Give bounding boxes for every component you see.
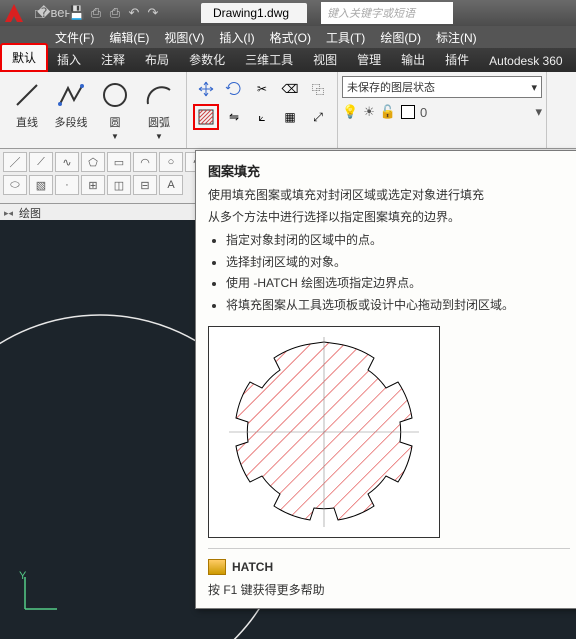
tooltip-command: HATCH [208,559,570,575]
modify-panel: ✂ ⌫ ⿻ ⇋ ⟀ ▦ ⤢ [187,72,338,148]
move-icon[interactable] [193,76,219,102]
tab-default[interactable]: 默认 [0,43,48,72]
ucs-icon: Y [15,569,65,619]
mirror-icon[interactable]: ⇋ [221,104,247,130]
fillet-icon[interactable]: ⟀ [249,104,275,130]
rotate-icon[interactable] [221,76,247,102]
tab-annotate[interactable]: 注释 [91,47,135,72]
tooltip-title: 图案填充 [208,161,570,180]
tb-line-icon[interactable]: ／ [3,152,27,172]
menu-file[interactable]: 文件(F) [55,29,94,46]
tb-ellipse-icon[interactable]: ⬭ [3,175,27,195]
menu-bar: 文件(F) 编辑(E) 视图(V) 插入(I) 格式(O) 工具(T) 绘图(D… [0,26,576,48]
command-tooltip: 图案填充 使用填充图案或填充对封闭区域或选定对象进行填充 从多个方法中进行选择以… [195,150,576,609]
line-button[interactable]: 直线 [6,76,48,143]
ribbon-tab-strip: 默认 插入 注释 布局 参数化 三维工具 视图 管理 输出 插件 Autodes… [0,48,576,72]
tab-view[interactable]: 视图 [303,47,347,72]
layer-state-combo[interactable]: 未保存的图层状态▾ [342,76,542,98]
menu-insert[interactable]: 插入(I) [219,29,254,46]
saveas-icon[interactable]: ⎙ [88,5,104,21]
hatch-button[interactable] [193,104,219,130]
tab-output[interactable]: 输出 [391,47,435,72]
tb-table-icon[interactable]: ⊟ [133,175,157,195]
scale-icon[interactable]: ⤢ [305,104,331,130]
copy-icon[interactable]: ⿻ [305,76,331,102]
command-icon [208,559,226,575]
layer-panel: 未保存的图层状态▾ 💡 ☀ 🔓 0 ▾ [338,72,547,148]
tooltip-lead: 从多个方法中进行选择以指定图案填充的边界。 [208,208,570,226]
tb-circle-icon[interactable]: ○ [159,152,183,172]
trim-icon[interactable]: ✂ [249,76,275,102]
array-icon[interactable]: ▦ [277,104,303,130]
tb-text-icon[interactable]: A [159,175,183,195]
tb-pline-icon[interactable]: ∿ [55,152,79,172]
tab-plugins[interactable]: 插件 [435,47,479,72]
tooltip-f1: 按 F1 键获得更多帮助 [208,581,570,598]
undo-icon[interactable]: ↶ [126,5,142,21]
tb-poly-icon[interactable]: ⬠ [81,152,105,172]
lock-icon: 🔓 [380,104,396,120]
tab-insert[interactable]: 插入 [47,47,91,72]
tab-layout[interactable]: 布局 [135,47,179,72]
sun-icon: ☀ [363,104,375,120]
menu-tools[interactable]: 工具(T) [326,29,365,46]
tab-param[interactable]: 参数化 [179,47,235,72]
draw-panel: 直线 多段线 圆▼ 圆弧▼ [0,72,187,148]
tab-manage[interactable]: 管理 [347,47,391,72]
tb-region-icon[interactable]: ◫ [107,175,131,195]
bulb-icon: 💡 [342,104,358,120]
title-bar: □ �венн 💾 ⎙ ⎙ ↶ ↷ Drawing1.dwg 键入关键字或短语 [0,0,576,26]
tb-point-icon[interactable]: · [55,175,79,195]
layer-color-swatch [401,105,415,119]
document-tab[interactable]: Drawing1.dwg [201,3,307,23]
menu-draw[interactable]: 绘图(D) [380,29,421,46]
tb-xline-icon[interactable]: ⟋ [29,152,53,172]
quick-access-toolbar: □ �венн 💾 ⎙ ⎙ ↶ ↷ [31,5,161,21]
tab-3d[interactable]: 三维工具 [235,47,303,72]
tooltip-list: 指定对象封闭的区域中的点。 选择封闭区域的对象。 使用 -HATCH 绘图选项指… [226,230,570,316]
help-search-input[interactable]: 键入关键字或短语 [321,2,453,24]
print-icon[interactable]: ⎙ [107,5,123,21]
tb-rect-icon[interactable]: ▭ [107,152,131,172]
tooltip-desc: 使用填充图案或填充对封闭区域或选定对象进行填充 [208,186,570,204]
ribbon-body: 直线 多段线 圆▼ 圆弧▼ ✂ ⌫ ⿻ ⇋ ⟀ ▦ [0,72,576,149]
tb-block-icon[interactable]: ⊞ [81,175,105,195]
menu-view[interactable]: 视图(V) [164,29,204,46]
app-menu-button[interactable] [0,0,28,27]
menu-format[interactable]: 格式(O) [270,29,311,46]
layer-combo[interactable]: 💡 ☀ 🔓 0 ▾ [342,104,542,120]
redo-icon[interactable]: ↷ [145,5,161,21]
tooltip-preview [208,326,440,538]
tb-hatch-icon[interactable]: ▧ [29,175,53,195]
layer-name: 0 [420,105,427,120]
erase-icon[interactable]: ⌫ [277,76,303,102]
save-icon[interactable]: 💾 [69,5,85,21]
polyline-button[interactable]: 多段线 [50,76,92,143]
tb-arc-icon[interactable]: ◠ [133,152,157,172]
panel-title: 绘图 [19,205,41,221]
circle-button[interactable]: 圆▼ [94,76,136,143]
svg-text:Y: Y [19,570,27,582]
tab-a360[interactable]: Autodesk 360 [479,50,572,72]
menu-edit[interactable]: 编辑(E) [109,29,149,46]
menu-dim[interactable]: 标注(N) [436,29,477,46]
collapse-icon[interactable]: ▸◂ [4,208,13,219]
open-icon[interactable]: �венн [50,5,66,21]
arc-button[interactable]: 圆弧▼ [138,76,180,143]
